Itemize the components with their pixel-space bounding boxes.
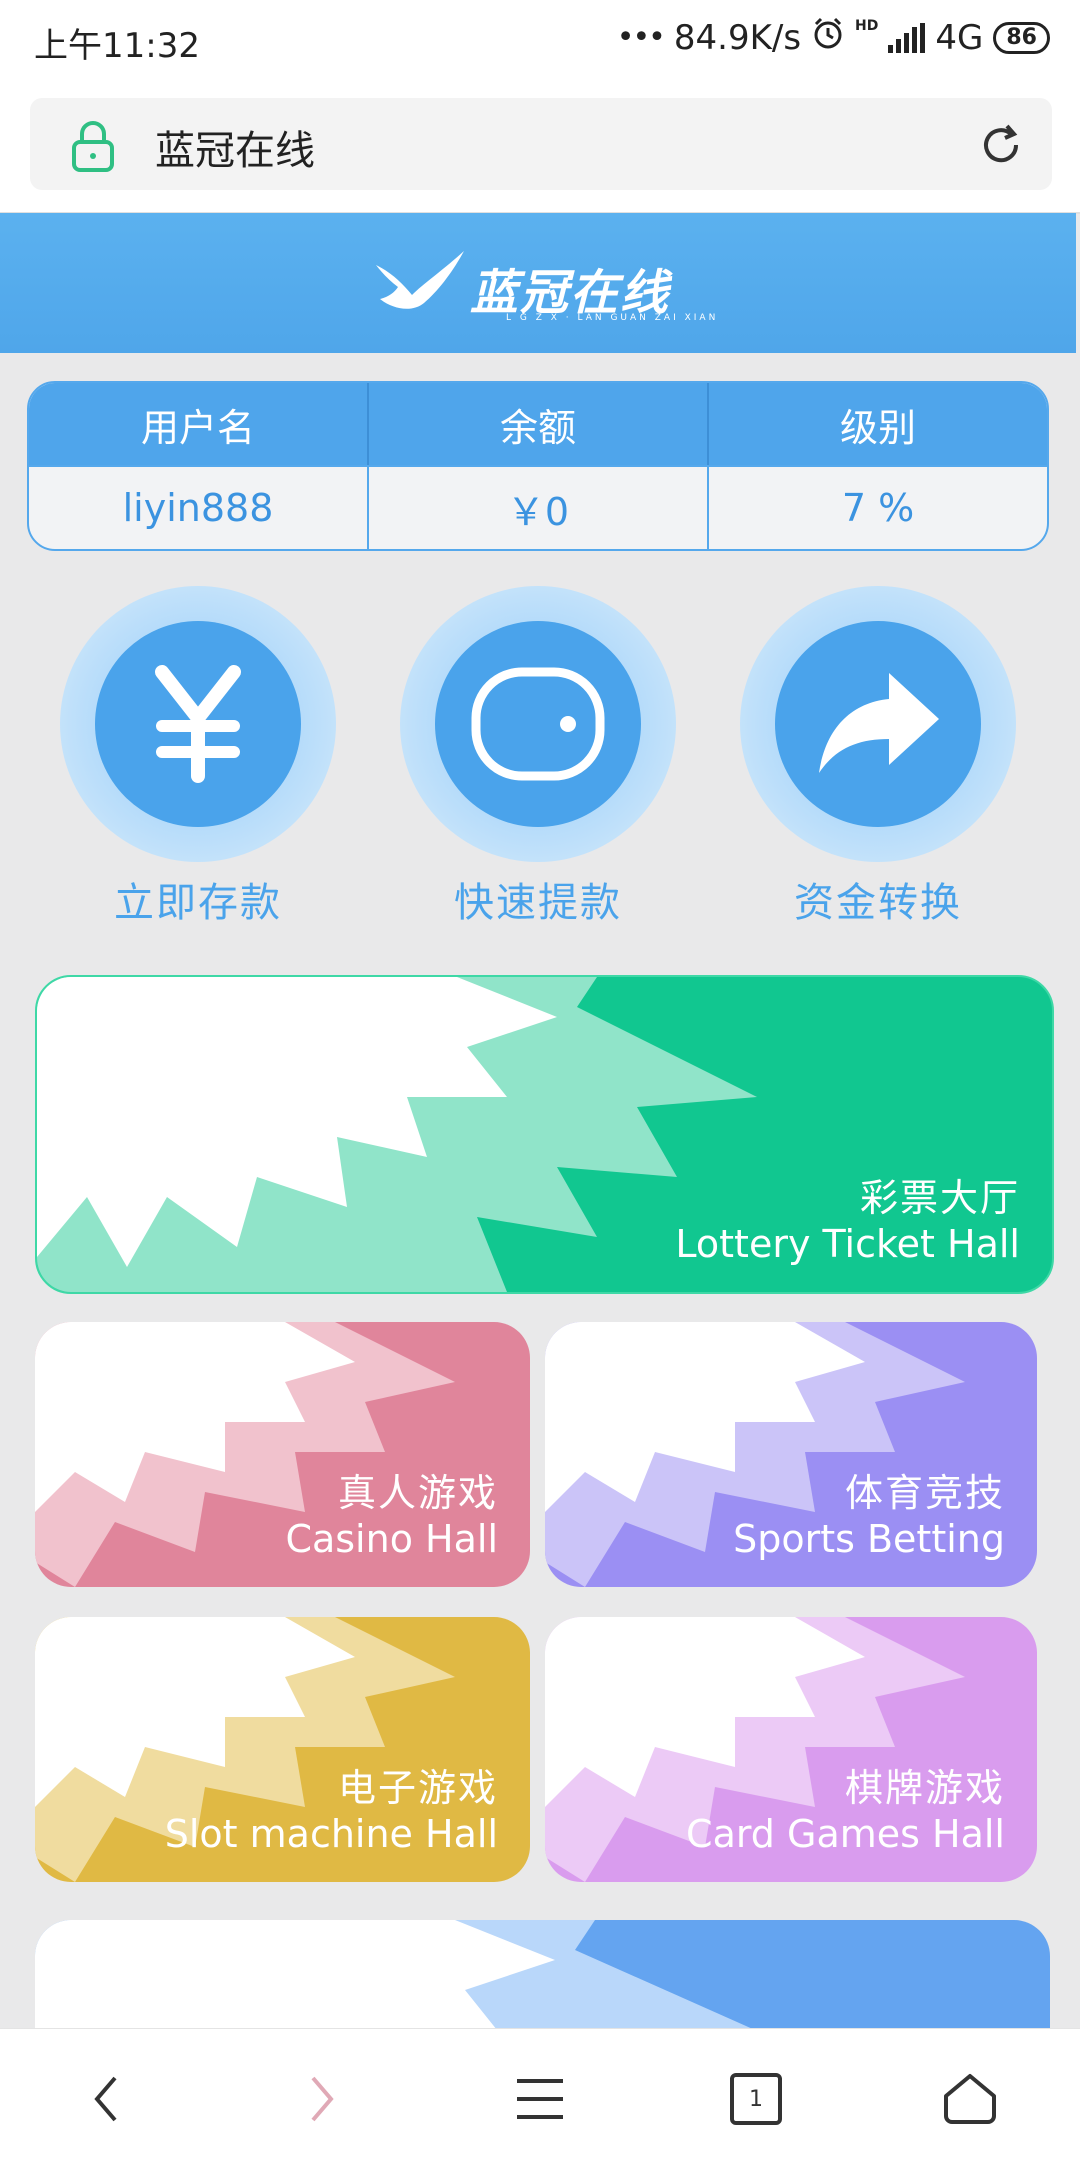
- home-icon: [944, 2074, 996, 2124]
- home-button[interactable]: [930, 2059, 1010, 2139]
- menu-button[interactable]: [500, 2059, 580, 2139]
- alarm-icon: [811, 16, 845, 59]
- wallet-icon: [471, 667, 605, 781]
- page-title: 蓝冠在线: [155, 128, 315, 174]
- chevron-right-icon: [311, 2076, 334, 2122]
- casino-hall-card[interactable]: 真人游戏 Casino Hall: [35, 1322, 530, 1587]
- user-table-values: liyin888 ￥0 7 %: [29, 465, 1047, 549]
- reload-icon[interactable]: [976, 120, 1026, 170]
- card-games-hall-cn: 棋牌游戏: [844, 1766, 1005, 1810]
- share-arrow-icon: [819, 673, 939, 773]
- deposit-ring: [60, 586, 336, 862]
- battery-icon: 86: [993, 21, 1050, 54]
- status-icons: ••• 84.9K/s HD 4G 86: [617, 16, 1050, 59]
- back-button[interactable]: [66, 2059, 146, 2139]
- casino-hall-en: Casino Hall: [285, 1517, 498, 1561]
- chevron-left-icon: [94, 2076, 117, 2122]
- balance-value: ￥0: [369, 465, 709, 549]
- status-bar: 上午11:32 ••• 84.9K/s HD 4G 86: [0, 0, 1080, 80]
- address-bar[interactable]: 蓝冠在线: [30, 98, 1052, 190]
- status-time: 上午11:32: [34, 26, 200, 66]
- deposit-button[interactable]: 立即存款: [60, 580, 340, 930]
- slot-hall-cn: 电子游戏: [337, 1766, 498, 1810]
- deposit-disc: [95, 621, 301, 827]
- network-type: 4G: [935, 17, 984, 58]
- withdraw-label: 快速提款: [454, 880, 622, 926]
- site-logo[interactable]: 蓝冠在线 L G Z X · LAN GUAN ZAI XIAN: [372, 243, 715, 333]
- yen-icon: [155, 665, 241, 783]
- level-value: 7 %: [709, 465, 1047, 549]
- user-table-header: 用户名 余额 级别: [29, 383, 1047, 465]
- username-value: liyin888: [29, 465, 369, 549]
- sports-hall-card[interactable]: 体育竞技 Sports Betting: [545, 1322, 1037, 1587]
- lottery-hall-card[interactable]: 彩票大厅 Lottery Ticket Hall: [35, 975, 1054, 1294]
- transfer-button[interactable]: 资金转换: [740, 580, 1020, 930]
- bird-logo-icon: [376, 251, 464, 309]
- slot-hall-en: Slot machine Hall: [164, 1812, 498, 1856]
- menu-icon: [517, 2079, 563, 2119]
- slot-hall-card[interactable]: 电子游戏 Slot machine Hall: [35, 1617, 530, 1882]
- user-info-table: 用户名 余额 级别 liyin888 ￥0 7 %: [27, 381, 1049, 551]
- sports-hall-en: Sports Betting: [733, 1517, 1005, 1561]
- header-level: 级别: [839, 405, 916, 450]
- hd-badge: HD: [855, 17, 879, 34]
- deposit-label: 立即存款: [114, 880, 282, 926]
- forward-button[interactable]: [282, 2059, 362, 2139]
- transfer-disc: [775, 621, 981, 827]
- network-speed: 84.9K/s: [673, 17, 802, 58]
- logo-subtitle: L G Z X · LAN GUAN ZAI XIAN: [506, 313, 719, 323]
- tab-count: 1: [749, 2086, 763, 2112]
- withdraw-disc: [435, 621, 641, 827]
- signal-icon: [888, 22, 926, 53]
- sports-hall-cn: 体育竞技: [844, 1471, 1005, 1515]
- tabs-icon: 1: [730, 2073, 782, 2125]
- card-games-hall-card[interactable]: 棋牌游戏 Card Games Hall: [545, 1617, 1037, 1882]
- lock-icon: [72, 121, 114, 172]
- card-games-hall-en: Card Games Hall: [686, 1812, 1005, 1856]
- browser-bottom-nav: 1: [0, 2028, 1080, 2161]
- more-dots-icon: •••: [616, 20, 666, 55]
- header-balance: 余额: [369, 383, 709, 465]
- quick-actions: 立即存款 快速提款 资金转换: [0, 580, 1080, 930]
- header-username: 用户名: [29, 383, 369, 465]
- casino-hall-cn: 真人游戏: [337, 1471, 498, 1515]
- withdraw-ring: [400, 586, 676, 862]
- site-header: 蓝冠在线 L G Z X · LAN GUAN ZAI XIAN: [0, 213, 1076, 353]
- browser-toolbar: 蓝冠在线: [0, 80, 1080, 214]
- lottery-hall-cn: 彩票大厅: [859, 1176, 1020, 1220]
- transfer-label: 资金转换: [794, 880, 962, 926]
- withdraw-button[interactable]: 快速提款: [400, 580, 680, 930]
- tabs-button[interactable]: 1: [716, 2059, 796, 2139]
- transfer-ring: [740, 586, 1016, 862]
- lottery-hall-en: Lottery Ticket Hall: [675, 1222, 1020, 1266]
